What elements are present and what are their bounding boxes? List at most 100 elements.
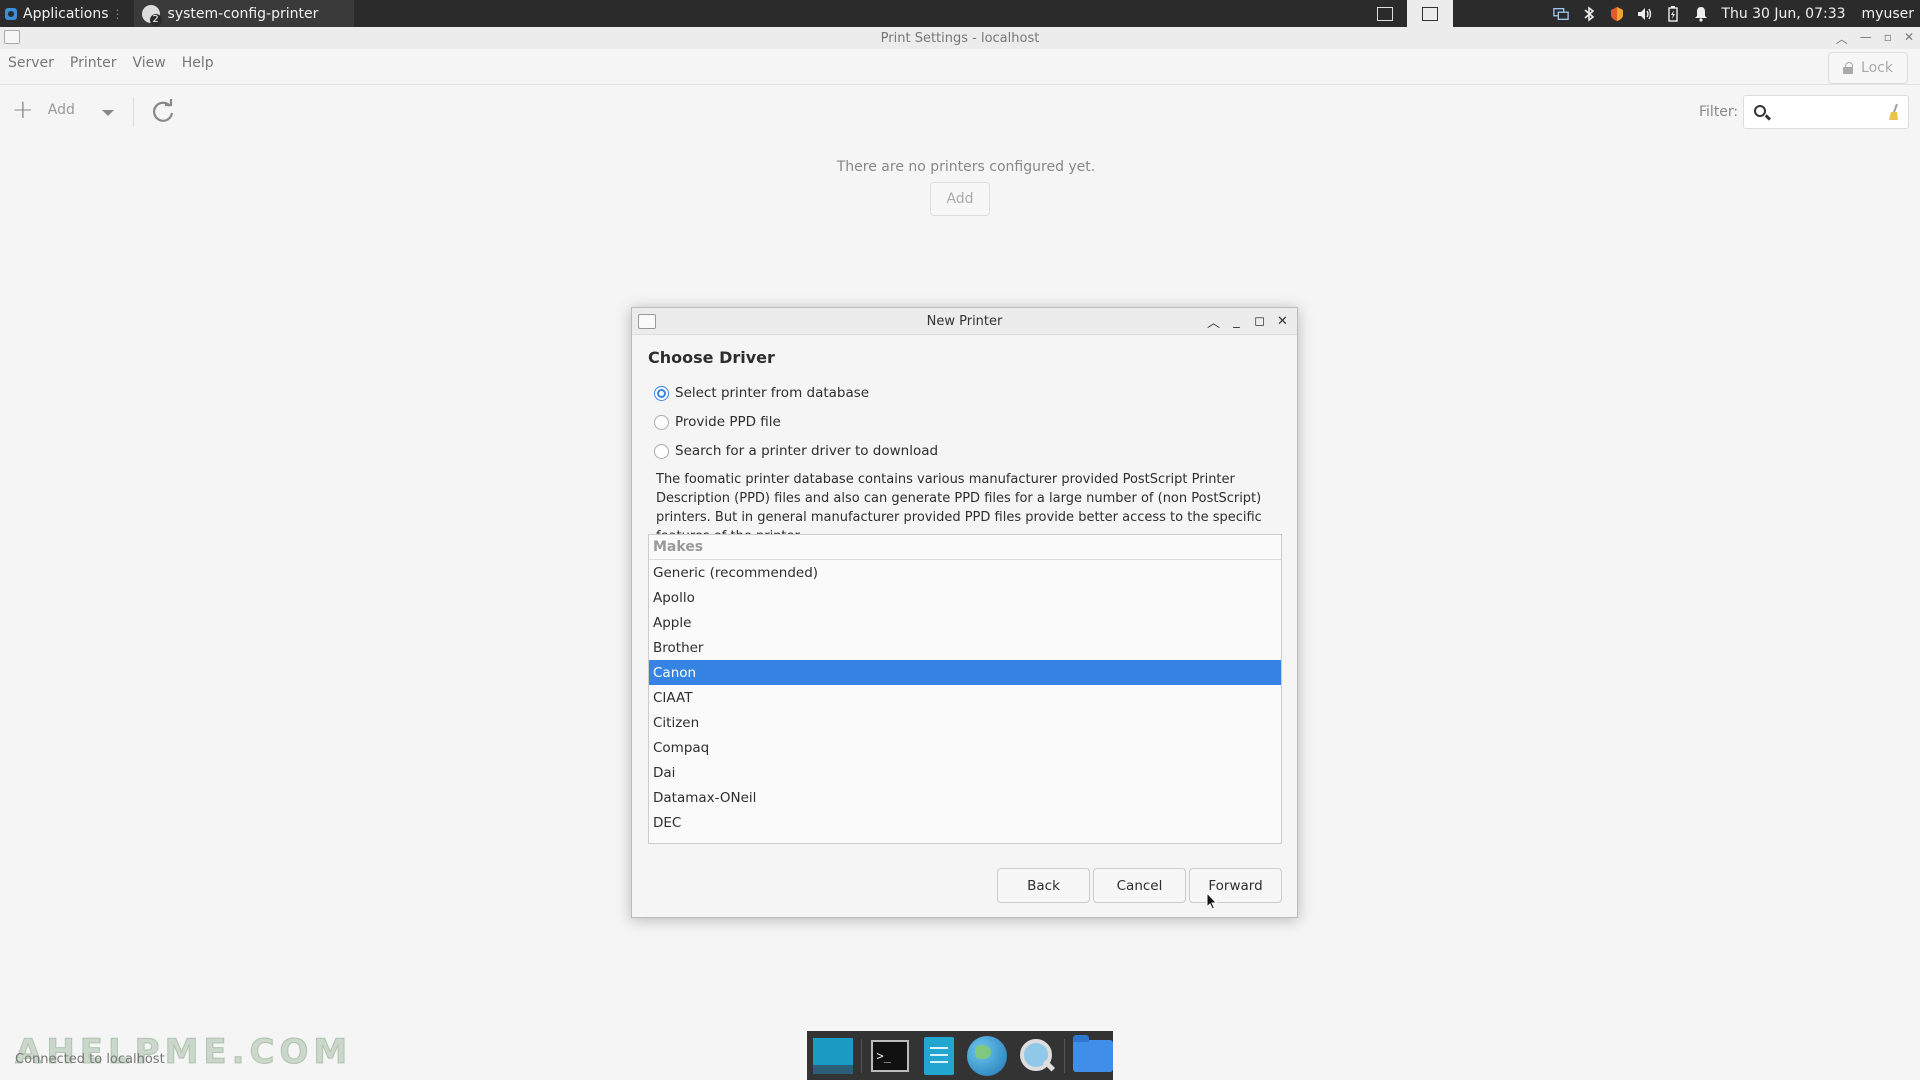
refresh-icon[interactable] (150, 98, 176, 124)
lock-button[interactable]: Lock (1828, 52, 1908, 84)
menu-printer[interactable]: Printer (62, 55, 125, 79)
list-item[interactable]: Dai (649, 760, 1281, 785)
dock-web-browser[interactable] (967, 1035, 1008, 1076)
taskbar-item-label: system-config-printer (167, 5, 319, 22)
printer-app-icon: 2 (141, 4, 162, 26)
handle-icon: ⋮ (111, 6, 124, 21)
add-label: Add (47, 102, 75, 118)
dialog-close-icon[interactable]: ✕ (1276, 313, 1289, 329)
maximize-icon[interactable]: ▫ (1884, 30, 1892, 47)
menu-help[interactable]: Help (174, 55, 222, 79)
radio-label: Provide PPD file (675, 414, 781, 430)
minimize-icon[interactable]: — (1860, 30, 1872, 47)
list-item[interactable]: Datamax-ONeil (649, 785, 1281, 810)
clear-broom-icon[interactable] (1888, 103, 1898, 121)
makes-list[interactable]: Makes Generic (recommended) Apollo Apple… (648, 534, 1282, 844)
lock-label: Lock (1861, 60, 1893, 76)
cancel-button[interactable]: Cancel (1093, 868, 1186, 903)
dock-separator (1063, 1038, 1065, 1073)
list-item[interactable]: Brother (649, 635, 1281, 660)
divider (0, 84, 1920, 85)
new-printer-dialog: New Printer ︿ _ ◻ ✕ Choose Driver Select… (631, 307, 1298, 918)
taskbar-item-system-config-printer[interactable]: 2 system-config-printer (133, 0, 355, 27)
file-manager-icon (923, 1036, 954, 1075)
radio-label: Select printer from database (675, 385, 870, 401)
menubar: Server Printer View Help (0, 55, 222, 79)
list-item[interactable]: CIAAT (649, 685, 1281, 710)
battery-icon[interactable] (1665, 5, 1681, 22)
app-finder-icon (1017, 1038, 1055, 1074)
add-printer-center-button[interactable]: Add (930, 182, 990, 216)
dialog-shade-icon[interactable]: ︿ (1207, 313, 1220, 331)
task-badge: 2 (149, 13, 162, 26)
radio-search-driver[interactable]: Search for a printer driver to download (654, 443, 938, 459)
makes-column-header[interactable]: Makes (649, 535, 1281, 560)
dialog-titlebar: New Printer ︿ _ ◻ ✕ (632, 308, 1297, 335)
web-browser-icon (967, 1035, 1008, 1076)
dialog-maximize-icon[interactable]: ◻ (1253, 313, 1266, 329)
add-printer-button[interactable]: + Add (12, 95, 75, 125)
folder-icon (1072, 1034, 1113, 1072)
dock: >_ (807, 1031, 1113, 1080)
dialog-minimize-icon[interactable]: _ (1230, 313, 1243, 329)
radio-button[interactable] (654, 414, 669, 430)
notification-bell-icon[interactable] (1693, 6, 1709, 22)
terminal-icon: >_ (871, 1039, 910, 1072)
update-shield-icon[interactable] (1609, 6, 1625, 22)
dialog-title: New Printer (926, 313, 1003, 329)
status-bar-text: Connected to localhost (15, 1052, 165, 1067)
volume-icon[interactable] (1637, 6, 1653, 22)
radio-select-from-database[interactable]: Select printer from database (654, 385, 869, 401)
add-dropdown-chevron-icon[interactable] (102, 110, 114, 116)
radio-button-checked[interactable] (654, 385, 669, 401)
filter-label: Filter: (1699, 104, 1739, 120)
applications-menu[interactable]: Applications ⋮ (0, 0, 130, 27)
main-window-titlebar: Print Settings - localhost ︿ — ▫ ✕ (0, 27, 1920, 49)
clock[interactable]: Thu 30 Jun, 07:33 (1721, 6, 1845, 22)
filter-input[interactable] (1743, 95, 1909, 129)
shade-icon[interactable]: ︿ (1836, 30, 1848, 47)
toolbar-separator (133, 97, 134, 127)
close-icon[interactable]: ✕ (1904, 30, 1914, 47)
dock-app-finder[interactable] (1015, 1036, 1055, 1076)
toolbar: + Add (0, 92, 1920, 132)
radio-button[interactable] (654, 443, 669, 459)
show-desktop-icon (813, 1037, 854, 1074)
menu-server[interactable]: Server (0, 55, 62, 79)
lock-icon (1843, 62, 1854, 74)
dock-home-folder[interactable] (1072, 1034, 1113, 1076)
network-icon[interactable] (1553, 6, 1570, 22)
bluetooth-icon[interactable] (1581, 5, 1597, 22)
list-item[interactable]: Compaq (649, 735, 1281, 760)
plus-icon: + (12, 95, 34, 125)
back-button[interactable]: Back (997, 868, 1090, 903)
list-item[interactable]: Apple (649, 610, 1281, 635)
radio-label: Search for a printer driver to download (675, 443, 939, 459)
list-item[interactable]: Apollo (649, 585, 1281, 610)
list-item[interactable]: DEC (649, 810, 1281, 835)
user-menu[interactable]: myuser (1862, 6, 1914, 22)
applications-label: Applications (23, 5, 109, 22)
mouse-cursor-icon (1206, 891, 1218, 910)
workspace-1[interactable] (1377, 6, 1394, 21)
dock-file-manager[interactable] (919, 1036, 959, 1076)
forward-button[interactable]: Forward (1189, 868, 1282, 903)
dock-separator (861, 1038, 863, 1073)
menu-view[interactable]: View (125, 55, 174, 79)
dialog-heading: Choose Driver (648, 348, 775, 367)
dialog-window-icon (638, 314, 656, 329)
empty-state-message: There are no printers configured yet. (836, 159, 1096, 175)
window-icon (4, 30, 20, 44)
workspace-2[interactable] (1407, 0, 1454, 27)
list-item[interactable]: Citizen (649, 710, 1281, 735)
system-tray (1553, 5, 1709, 22)
search-icon (1754, 105, 1766, 117)
window-title: Print Settings - localhost (880, 30, 1040, 46)
dock-show-desktop[interactable] (813, 1036, 854, 1076)
xfce-logo-icon (4, 7, 18, 21)
list-item-selected[interactable]: Canon (649, 660, 1281, 685)
dock-terminal[interactable]: >_ (870, 1036, 910, 1076)
radio-provide-ppd[interactable]: Provide PPD file (654, 414, 781, 430)
list-item[interactable]: Generic (recommended) (649, 560, 1281, 585)
top-panel: Applications ⋮ 2 system-config-printer T… (0, 0, 1920, 27)
